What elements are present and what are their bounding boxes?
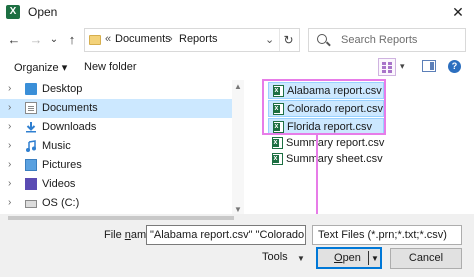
documents-icon	[25, 102, 37, 114]
file-name: Summary report.csv	[286, 137, 385, 149]
nav-pane-scrollbar[interactable]: ▲ ▼	[232, 80, 244, 216]
excel-csv-icon	[272, 153, 283, 165]
search-icon	[317, 34, 327, 44]
new-folder-button[interactable]: New folder	[84, 61, 137, 73]
excel-icon: X	[6, 5, 20, 19]
nav-item-label: Documents	[42, 102, 98, 114]
nav-item-music[interactable]: › Music	[0, 137, 232, 156]
scroll-down-icon[interactable]: ▼	[234, 205, 242, 214]
navigation-pane: › Desktop › Documents › Downloads › Musi…	[0, 80, 244, 216]
excel-csv-icon	[272, 137, 283, 149]
nav-item-label: Videos	[42, 178, 76, 190]
chevron-right-icon[interactable]: ›	[8, 121, 11, 132]
refresh-icon[interactable]: ↻	[279, 29, 297, 51]
nav-item-pictures[interactable]: › Pictures	[0, 156, 232, 175]
preview-pane-icon[interactable]	[422, 60, 436, 72]
view-options-icon[interactable]	[378, 58, 396, 76]
chevron-down-icon[interactable]: ⌄	[265, 33, 274, 46]
cancel-button[interactable]: Cancel	[390, 248, 462, 269]
chevron-right-icon[interactable]: ›	[8, 178, 11, 189]
download-icon	[25, 121, 37, 133]
chevron-right-icon[interactable]: ›	[8, 83, 11, 94]
search-input[interactable]: Search Reports	[341, 34, 417, 46]
navigation-bar: ← → ⌄ ↑ « Documents › Reports ⌄ ↻ Search…	[0, 28, 474, 52]
close-icon[interactable]: ✕	[448, 2, 468, 22]
open-button-label: Open	[334, 252, 361, 264]
chevron-right-icon[interactable]: ›	[8, 140, 11, 151]
recent-locations-chevron-icon[interactable]: ⌄	[46, 30, 62, 50]
tools-button[interactable]: Tools	[262, 251, 288, 263]
pictures-icon	[25, 159, 37, 171]
tools-dropdown-icon[interactable]: ▼	[297, 254, 305, 263]
chevron-right-icon[interactable]: ›	[8, 197, 11, 208]
nav-item-documents[interactable]: › Documents	[0, 99, 232, 118]
file-type-select[interactable]: Text Files (*.prn;*.txt;*.csv)	[312, 225, 462, 245]
scrollbar-thumb[interactable]	[8, 216, 234, 220]
chevron-right-icon[interactable]: ›	[8, 159, 11, 170]
breadcrumb-separator: ›	[169, 33, 173, 45]
scroll-up-icon[interactable]: ▲	[234, 82, 242, 91]
videos-icon	[25, 178, 37, 190]
nav-item-label: Pictures	[42, 159, 82, 171]
breadcrumb-reports[interactable]: Reports	[179, 33, 218, 45]
open-button[interactable]: Open ▼	[316, 247, 382, 269]
help-icon[interactable]: ?	[448, 60, 461, 73]
nav-item-label: Music	[42, 140, 71, 152]
nav-item-downloads[interactable]: › Downloads	[0, 118, 232, 137]
nav-item-os-drive[interactable]: › OS (C:)	[0, 194, 232, 213]
desktop-icon	[25, 83, 37, 95]
open-dropdown-icon[interactable]: ▼	[371, 254, 379, 263]
search-box[interactable]: Search Reports	[308, 28, 466, 52]
nav-item-label: Desktop	[42, 83, 83, 95]
window-title: Open	[28, 5, 58, 19]
drive-icon	[25, 200, 37, 208]
back-arrow-icon[interactable]: ←	[6, 30, 22, 50]
file-item-summary-report[interactable]: Summary report.csv	[268, 135, 384, 152]
music-icon	[25, 140, 37, 152]
up-arrow-icon[interactable]: ↑	[64, 30, 80, 50]
split-divider	[368, 251, 369, 265]
breadcrumb-overflow[interactable]: «	[105, 33, 111, 45]
command-toolbar: Organize ▾ New folder ▾ ?	[0, 58, 474, 78]
file-item-summary-sheet[interactable]: Summary sheet.csv	[268, 151, 384, 168]
horizontal-scrollbar[interactable]	[0, 214, 474, 222]
title-bar: X Open ✕	[0, 0, 474, 24]
address-bar[interactable]: « Documents › Reports ⌄ ↻	[84, 28, 300, 52]
file-name: Summary sheet.csv	[286, 153, 383, 165]
file-name-field[interactable]: "Alabama report.csv" "Colorado rep	[146, 225, 306, 245]
selection-highlight-box	[262, 79, 386, 135]
nav-item-label: OS (C:)	[42, 197, 80, 209]
nav-item-label: Downloads	[42, 121, 97, 133]
nav-item-videos[interactable]: › Videos	[0, 175, 232, 194]
view-dropdown-icon[interactable]: ▾	[400, 61, 405, 72]
nav-item-desktop[interactable]: › Desktop	[0, 80, 232, 99]
organize-button[interactable]: Organize ▾	[14, 61, 67, 74]
dialog-footer: File name: "Alabama report.csv" "Colorad…	[0, 222, 474, 277]
forward-arrow-icon[interactable]: →	[28, 30, 44, 50]
chevron-right-icon[interactable]: ›	[8, 102, 11, 113]
folder-icon	[89, 35, 101, 45]
breadcrumb-documents[interactable]: Documents	[115, 33, 171, 45]
